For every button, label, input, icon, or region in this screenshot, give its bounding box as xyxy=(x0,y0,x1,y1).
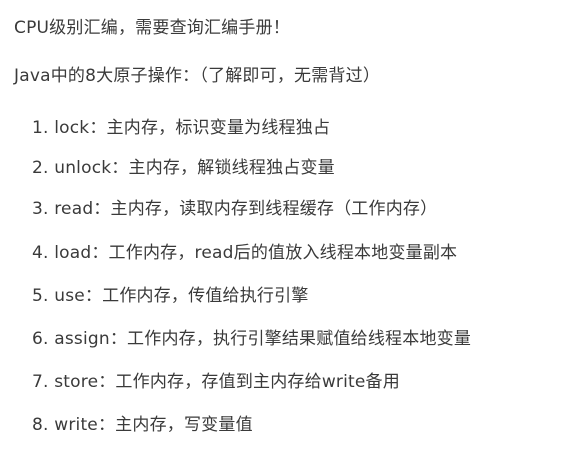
operation-item-lock: 1. lock：主内存，标识变量为线程独占 xyxy=(32,118,331,138)
operation-item-assign: 6. assign：工作内存，执行引擎结果赋值给线程本地变量 xyxy=(32,329,472,349)
operation-item-load: 4. load：工作内存，read后的值放入线程本地变量副本 xyxy=(32,243,458,263)
operation-item-write: 8. write：主内存，写变量值 xyxy=(32,415,253,435)
operation-item-read: 3. read：主内存，读取内存到线程缓存（工作内存） xyxy=(32,199,438,219)
operation-item-store: 7. store：工作内存，存值到主内存给write备用 xyxy=(32,372,400,392)
operation-item-unlock: 2. unlock：主内存，解锁线程独占变量 xyxy=(32,158,335,178)
intro-line: Java中的8大原子操作：（了解即可，无需背过） xyxy=(14,66,381,86)
operation-item-use: 5. use：工作内存，传值给执行引擎 xyxy=(32,286,309,306)
page-heading: CPU级别汇编，需要查询汇编手册！ xyxy=(14,18,290,38)
document-page: CPU级别汇编，需要查询汇编手册！ Java中的8大原子操作：（了解即可，无需背… xyxy=(0,0,579,449)
